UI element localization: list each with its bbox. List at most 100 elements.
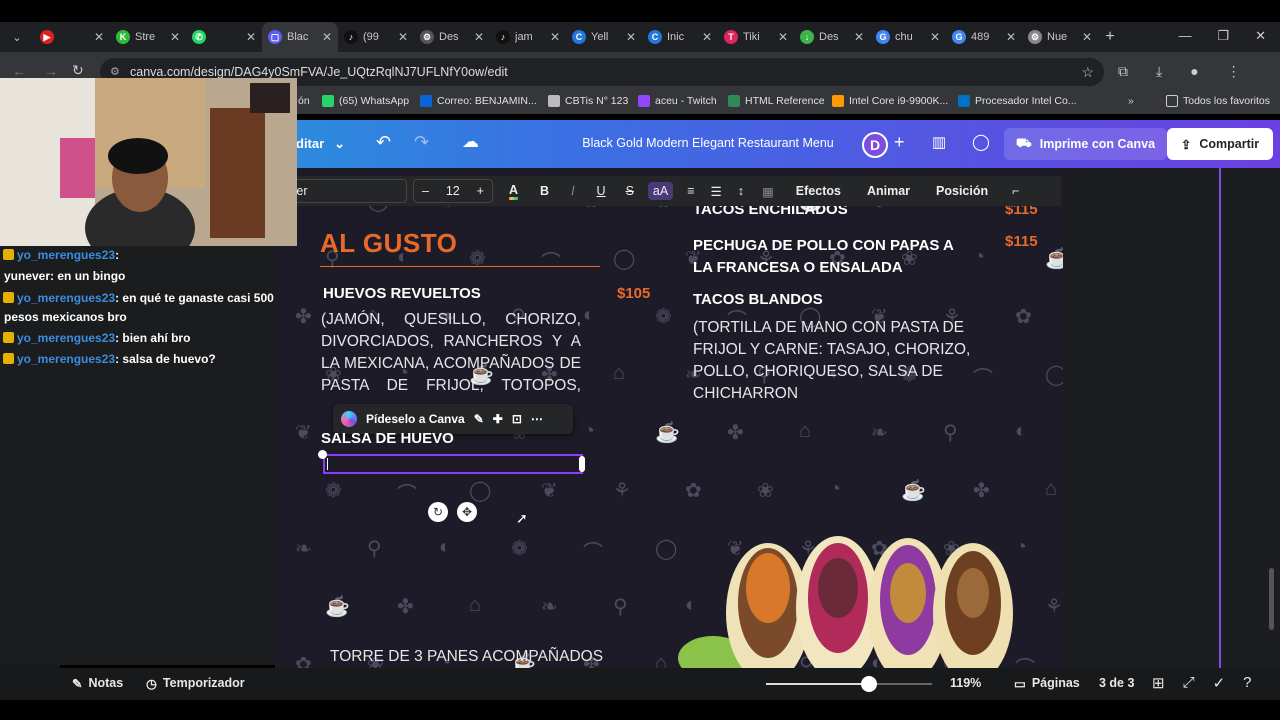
bookmark-item[interactable]: Intel Core i9-9900K... <box>832 95 948 107</box>
rotate-icon[interactable]: ↻ <box>428 502 448 522</box>
tacos-photo[interactable] <box>673 518 1033 668</box>
bold-icon[interactable]: B <box>540 184 549 198</box>
zoom-value[interactable]: 119% <box>950 676 981 690</box>
share-button[interactable]: ⇪ Compartir <box>1167 128 1273 160</box>
close-tab-icon[interactable]: ✕ <box>626 30 636 44</box>
browser-tab[interactable]: ▢ Blac ✕ <box>262 22 338 52</box>
help-icon[interactable]: ? <box>1243 674 1251 692</box>
edit-mode-dropdown[interactable]: ditar ⌄ <box>296 136 345 152</box>
extensions-icon[interactable]: ⧉ <box>1118 63 1128 80</box>
effects-button[interactable]: Efectos <box>796 184 841 198</box>
close-tab-icon[interactable]: ✕ <box>170 30 180 44</box>
browser-tab[interactable]: C Yell ✕ <box>566 22 642 52</box>
grid-view-icon[interactable]: ⊞ <box>1152 674 1165 692</box>
menu-item-price[interactable]: $105 <box>617 285 650 302</box>
reload-icon[interactable]: ↻ <box>72 62 84 79</box>
close-tab-icon[interactable]: ✕ <box>322 30 332 44</box>
zoom-slider[interactable] <box>766 676 932 692</box>
close-tab-icon[interactable]: ✕ <box>474 30 484 44</box>
browser-tab[interactable]: G 489 ✕ <box>946 22 1022 52</box>
bookmark-item[interactable]: Correo: BENJAMIN... <box>420 95 537 107</box>
close-tab-icon[interactable]: ✕ <box>94 30 104 44</box>
menu-item-title[interactable]: SALSA DE HUEVO <box>321 430 454 447</box>
selected-text-box[interactable] <box>323 454 583 474</box>
document-title[interactable]: Black Gold Modern Elegant Restaurant Men… <box>560 136 856 150</box>
avatar[interactable]: D <box>862 132 888 158</box>
browser-menu-icon[interactable]: ⋮ <box>1227 63 1241 80</box>
font-family-selector[interactable]: ater <box>281 179 407 203</box>
letter-case-icon[interactable]: aA <box>647 182 674 200</box>
back-icon[interactable]: ← <box>12 63 26 79</box>
notes-button[interactable]: ✎ Notas <box>72 676 123 691</box>
browser-tab[interactable]: T Tiki ✕ <box>718 22 794 52</box>
fullscreen-icon[interactable]: ⤢ <box>1183 674 1195 692</box>
browser-tab[interactable]: C Inic ✕ <box>642 22 718 52</box>
browser-tab[interactable]: K Stre ✕ <box>110 22 186 52</box>
increase-size-icon[interactable]: + <box>477 184 484 198</box>
menu-item-price[interactable]: $115 <box>1005 233 1038 250</box>
redo-icon[interactable]: ↷ <box>414 132 429 153</box>
magic-edit-icon[interactable]: ✎ <box>474 412 484 426</box>
animate-button[interactable]: Animar <box>867 184 910 198</box>
download-icon[interactable]: ⤓ <box>1156 63 1162 80</box>
vertical-scrollbar[interactable] <box>1269 568 1274 630</box>
resize-handle[interactable] <box>579 456 585 472</box>
undo-icon[interactable]: ↶ <box>376 132 391 153</box>
insights-icon[interactable]: ▥ <box>932 133 946 151</box>
bookmark-item[interactable]: ón <box>298 95 310 107</box>
add-collaborator-icon[interactable]: + <box>894 132 905 153</box>
browser-tab[interactable]: ♪ jam ✕ <box>490 22 566 52</box>
comment-icon[interactable]: ◯ <box>972 132 990 152</box>
check-icon[interactable]: ✓ <box>1213 674 1226 692</box>
italic-icon[interactable]: I <box>571 184 574 198</box>
bookmark-item[interactable]: CBTis N° 123 <box>548 95 628 107</box>
all-bookmarks[interactable]: Todos los favoritos <box>1166 95 1270 107</box>
browser-tab[interactable]: ⚙ Des ✕ <box>414 22 490 52</box>
browser-tab[interactable]: ✆ ✕ <box>186 22 262 52</box>
strikethrough-icon[interactable]: S <box>626 184 634 198</box>
browser-tab[interactable]: ↓ Des ✕ <box>794 22 870 52</box>
close-tab-icon[interactable]: ✕ <box>702 30 712 44</box>
underline-icon[interactable]: U <box>597 184 606 198</box>
resize-handle[interactable] <box>318 450 327 459</box>
menu-item-title[interactable]: TACOS BLANDOS <box>693 291 823 308</box>
cloud-saved-icon[interactable]: ☁ <box>462 132 479 152</box>
tab-search-icon[interactable]: ⌄ <box>0 22 34 52</box>
section-title[interactable]: AL GUSTO <box>320 228 457 259</box>
browser-tab[interactable]: ⚙ Nue ✕ <box>1022 22 1098 52</box>
bookmark-item[interactable]: aceu - Twitch <box>638 95 717 107</box>
text-color-icon[interactable]: A <box>509 182 519 200</box>
close-tab-icon[interactable]: ✕ <box>778 30 788 44</box>
menu-item-title[interactable]: PECHUGA DE POLLO CON PAPAS A LA FRANCESA… <box>693 235 963 279</box>
move-icon[interactable]: ✥ <box>457 502 477 522</box>
browser-tab[interactable]: ♪ (99 ✕ <box>338 22 414 52</box>
decrease-size-icon[interactable]: – <box>422 184 429 198</box>
pages-button[interactable]: ▭ Páginas <box>1014 676 1080 691</box>
list-icon[interactable]: ☰ <box>711 184 722 199</box>
align-icon[interactable]: ≡ <box>687 184 694 198</box>
close-tab-icon[interactable]: ✕ <box>854 30 864 44</box>
close-tab-icon[interactable]: ✕ <box>246 30 256 44</box>
add-comment-icon[interactable]: ✚ <box>493 412 503 426</box>
close-tab-icon[interactable]: ✕ <box>398 30 408 44</box>
timer-button[interactable]: ◷ Temporizador <box>146 676 245 691</box>
ask-canva-button[interactable]: Pídeselo a Canva <box>366 412 465 426</box>
zoom-slider-handle[interactable] <box>860 676 877 692</box>
design-page[interactable]: ⌒◯❦⚘✿❀◔☕✤⌂❧⚲◐❁⌒◯❦⚘✿❀◔☕✤⌂❧⚲◐❁⌒◯❦⚘✿❀◔☕✤⌂❧⚲… <box>275 168 1063 668</box>
menu-item-title[interactable]: HUEVOS REVUELTOS <box>323 285 481 302</box>
close-tab-icon[interactable]: ✕ <box>1006 30 1016 44</box>
bookmark-item[interactable]: (65) WhatsApp <box>322 95 409 107</box>
copy-style-icon[interactable]: ⌐ <box>1012 184 1019 198</box>
font-size-stepper[interactable]: – 12 + <box>413 179 493 203</box>
restore-icon[interactable]: ❐ <box>1217 28 1229 44</box>
position-button[interactable]: Posición <box>936 184 988 198</box>
font-size-value[interactable]: 12 <box>446 184 460 198</box>
minimize-icon[interactable]: — <box>1178 28 1191 44</box>
browser-tab[interactable]: ▶ ✕ <box>34 22 110 52</box>
close-tab-icon[interactable]: ✕ <box>1082 30 1092 44</box>
transparency-icon[interactable]: ▦ <box>762 184 774 199</box>
profile-icon[interactable]: ● <box>1190 63 1198 80</box>
browser-tab[interactable]: Gchu ✕ <box>870 22 946 52</box>
close-tab-icon[interactable]: ✕ <box>930 30 940 44</box>
bookmark-item[interactable]: HTML Reference <box>728 95 825 107</box>
